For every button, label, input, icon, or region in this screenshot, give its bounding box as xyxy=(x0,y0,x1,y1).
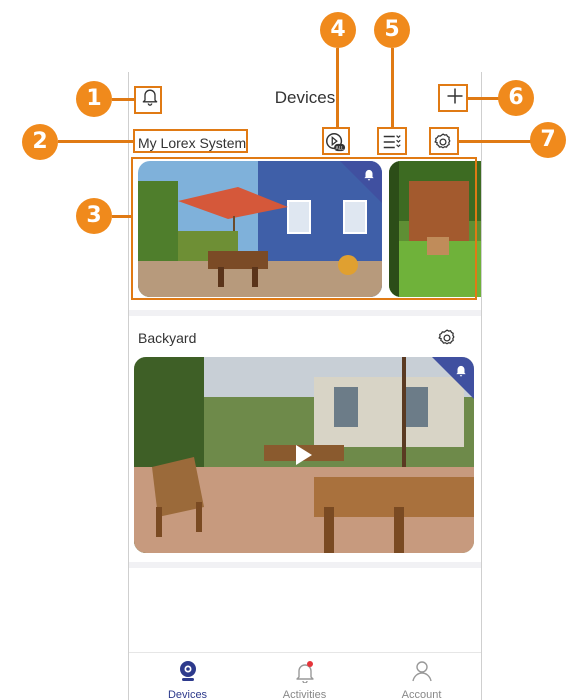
tab-label: Activities xyxy=(282,689,327,700)
highlight-play-all xyxy=(322,127,350,155)
highlight-settings xyxy=(429,127,459,155)
tab-devices[interactable]: Devices xyxy=(129,653,246,700)
highlight-thumbnails xyxy=(131,157,477,300)
callout-line xyxy=(58,140,133,143)
tab-account[interactable]: Account xyxy=(363,653,480,700)
gear-icon xyxy=(438,329,455,345)
callout-line xyxy=(468,97,500,100)
callout-line xyxy=(336,48,339,127)
app-header: Devices xyxy=(129,72,481,120)
callout-marker-7: 7 xyxy=(530,122,566,158)
bell-icon xyxy=(295,661,314,683)
section-divider xyxy=(129,562,481,568)
callout-line xyxy=(391,48,394,127)
callout-marker-2: 2 xyxy=(22,124,58,160)
camera-icon xyxy=(179,661,196,681)
play-icon[interactable] xyxy=(296,445,312,465)
group-name: Backyard xyxy=(138,330,197,346)
callout-marker-1: 1 xyxy=(76,81,112,117)
callout-marker-3: 3 xyxy=(76,198,112,234)
callout-marker-6: 6 xyxy=(498,80,534,116)
highlight-notifications xyxy=(134,86,162,114)
tab-label: Account xyxy=(401,689,442,700)
group-settings-button[interactable] xyxy=(435,326,459,350)
highlight-system-name xyxy=(133,129,248,153)
callout-marker-5: 5 xyxy=(374,12,410,48)
camera-thumbnail-backyard[interactable] xyxy=(134,357,474,553)
user-icon xyxy=(411,661,432,682)
highlight-list-view xyxy=(377,127,407,155)
callout-marker-4: 4 xyxy=(320,12,356,48)
callout-line xyxy=(459,140,537,143)
callout-line xyxy=(112,215,131,218)
alert-bell-icon xyxy=(456,365,466,377)
bottom-tab-bar: Devices Activities Account xyxy=(129,652,481,700)
section-divider xyxy=(129,310,481,316)
page-title: Devices xyxy=(274,88,336,107)
callout-line xyxy=(112,98,134,101)
tab-label: Devices xyxy=(167,689,208,700)
highlight-add-device xyxy=(438,84,468,112)
tab-activities[interactable]: Activities xyxy=(246,653,363,700)
